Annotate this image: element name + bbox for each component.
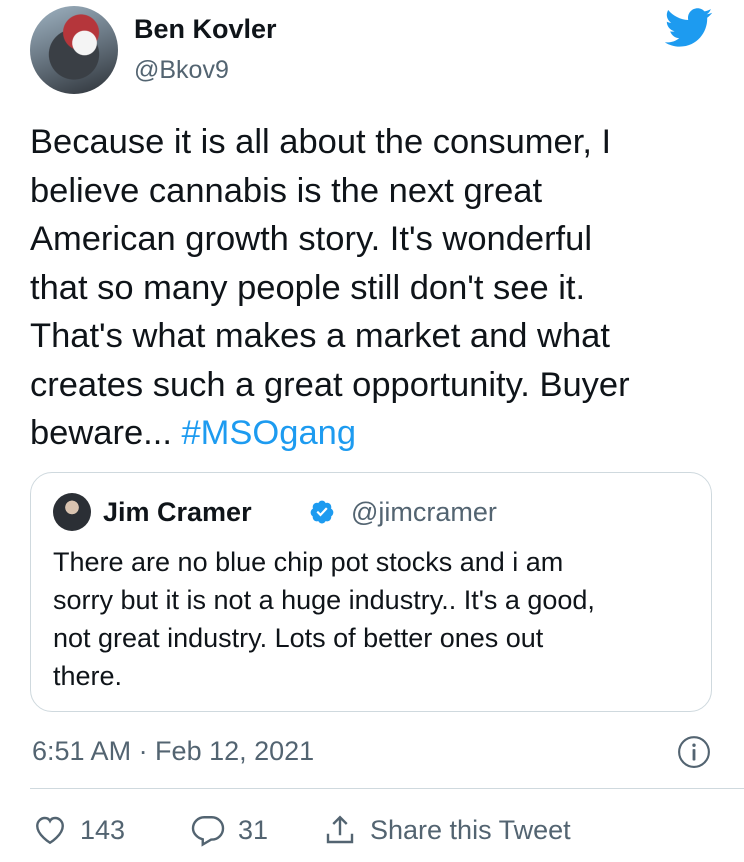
quoted-author-handle[interactable]: @jimcramer	[351, 497, 497, 528]
like-button[interactable]: 143	[32, 810, 125, 850]
author-name[interactable]: Ben Kovler	[134, 14, 277, 45]
reply-button[interactable]: 31	[190, 810, 268, 850]
divider	[30, 788, 744, 789]
like-count: 143	[80, 814, 126, 845]
share-button[interactable]: Share this Tweet	[322, 810, 571, 850]
quoted-author-name[interactable]: Jim Cramer	[103, 497, 252, 528]
quoted-avatar[interactable]	[53, 493, 91, 531]
author-avatar[interactable]	[30, 6, 118, 94]
verified-badge-icon	[310, 500, 334, 524]
share-label: Share this Tweet	[370, 814, 571, 845]
quoted-tweet[interactable]: Jim Cramer @jimcramer There are no blue …	[30, 472, 712, 712]
tweet-text: Because it is all about the consumer, I …	[30, 118, 720, 458]
reply-icon	[191, 816, 225, 847]
reply-count: 31	[238, 814, 269, 845]
heart-icon	[36, 816, 64, 845]
hashtag-link[interactable]: #MSOgang	[182, 414, 357, 452]
quoted-text: There are no blue chip pot stocks and i …	[53, 547, 595, 691]
tweet-body: Because it is all about the consumer, I …	[30, 123, 630, 452]
author-handle[interactable]: @Bkov9	[134, 56, 229, 85]
share-icon	[326, 815, 354, 844]
tweet-timestamp[interactable]: 6:51 AM · Feb 12, 2021	[32, 736, 314, 767]
twitter-bird-icon[interactable]	[665, 8, 713, 48]
info-icon[interactable]	[677, 735, 711, 769]
